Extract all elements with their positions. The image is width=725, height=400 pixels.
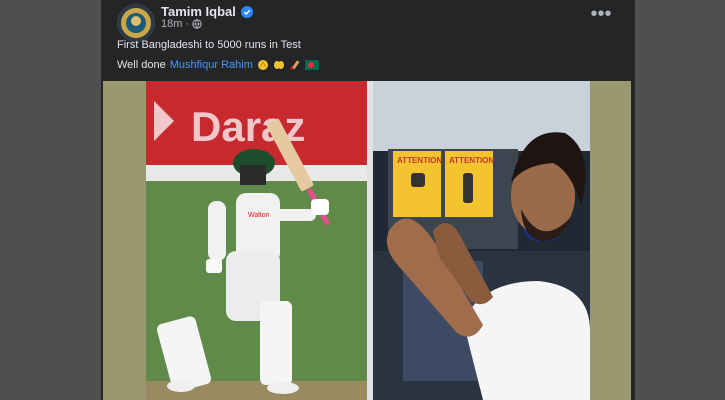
post-timestamp[interactable]: 18m bbox=[161, 18, 182, 30]
author-avatar[interactable] bbox=[117, 4, 155, 42]
author-name[interactable]: Tamim Iqbal bbox=[161, 4, 236, 19]
post-text-line-2: Well done Mushfiqur Rahim bbox=[117, 59, 319, 71]
cricket-bat-icon bbox=[289, 59, 301, 71]
jersey-text: Walton bbox=[248, 212, 270, 219]
dot-separator: · bbox=[185, 18, 190, 30]
post-text-prefix: Well done bbox=[117, 59, 166, 71]
globe-icon bbox=[192, 19, 202, 29]
verified-badge-icon bbox=[240, 5, 253, 18]
attention-sign-2: ATTENTION bbox=[449, 156, 494, 165]
post-media[interactable]: Daraz Walton ATTENTION ATTENTION bbox=[103, 81, 631, 400]
attention-sign-1: ATTENTION bbox=[397, 156, 442, 165]
bangladesh-flag-icon bbox=[304, 60, 319, 70]
mention-link[interactable]: Mushfiqur Rahim bbox=[170, 59, 253, 71]
batsman-photo[interactable]: Daraz Walton bbox=[146, 81, 367, 400]
more-options-icon[interactable]: ••• bbox=[589, 4, 613, 26]
raised-hands-icon bbox=[273, 59, 285, 71]
clapping-hands-icon bbox=[257, 59, 269, 71]
tamim-clapping-photo[interactable]: ATTENTION ATTENTION bbox=[373, 81, 590, 400]
post-card: Tamim Iqbal 18m · ••• First Bangladeshi … bbox=[101, 0, 635, 400]
post-text-line-1: First Bangladeshi to 5000 runs in Test bbox=[117, 39, 301, 51]
